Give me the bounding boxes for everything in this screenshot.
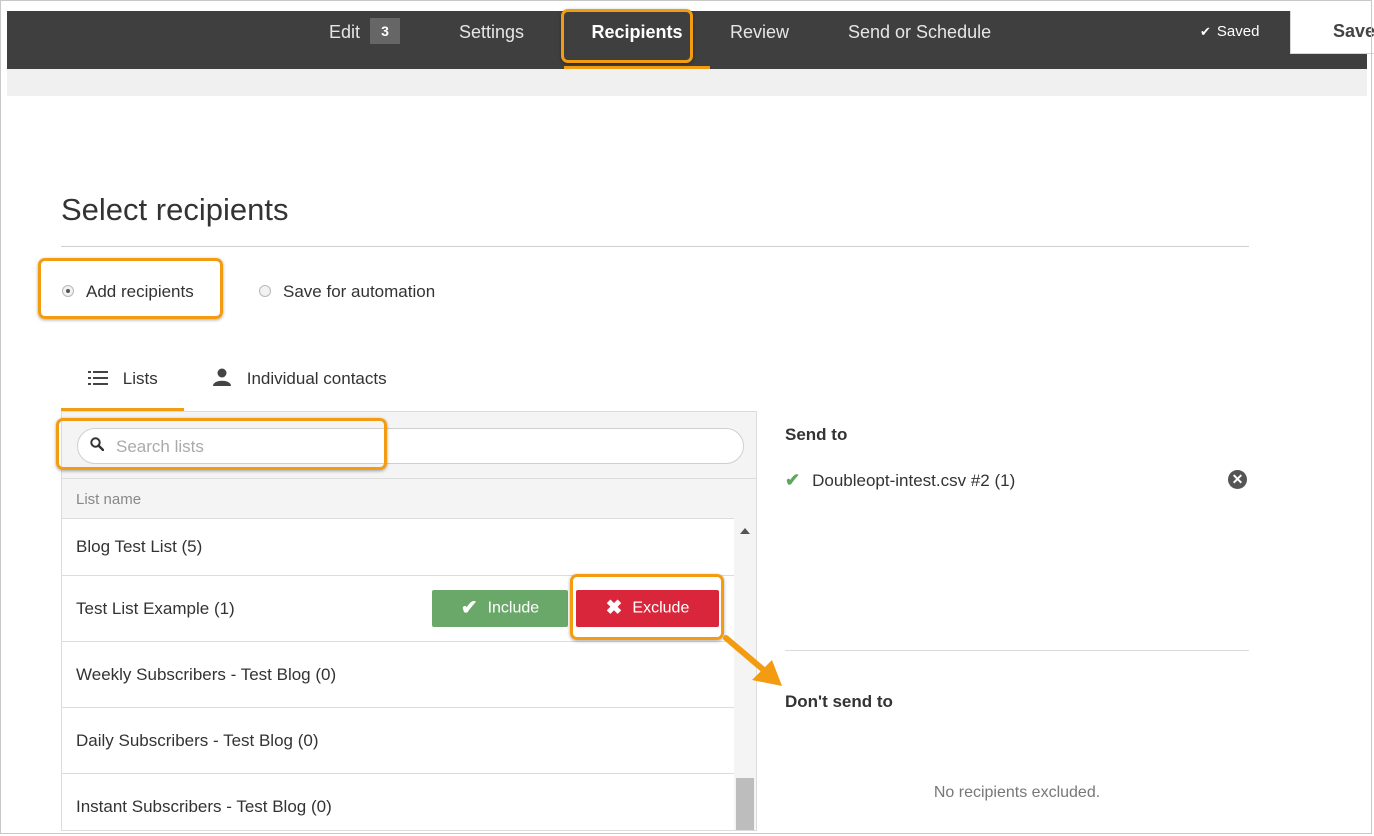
list-row[interactable]: Test List Example (1) ✔ Include ✖ Exclude — [62, 575, 734, 641]
saved-status-label: Saved — [1216, 23, 1260, 40]
list-row[interactable]: Instant Subscribers - Test Blog (0) — [62, 773, 734, 830]
list-row[interactable]: Daily Subscribers - Test Blog (0) — [62, 707, 734, 773]
checkmark-icon: ✔ — [785, 470, 801, 490]
search-lists-input[interactable] — [114, 435, 718, 459]
tab-recipients-label: Recipients — [591, 22, 683, 42]
add-recipients-radio[interactable] — [62, 284, 74, 297]
scroll-up-arrow-icon[interactable] — [740, 528, 750, 534]
list-row[interactable]: Blog Test List (5) — [62, 518, 734, 575]
person-icon — [212, 368, 237, 388]
tab-recipients[interactable]: Recipients — [564, 11, 710, 69]
save-for-automation-radio[interactable] — [259, 284, 271, 297]
remove-recipient-icon[interactable]: ✕ — [1228, 470, 1247, 489]
subheader-bar — [7, 69, 1367, 96]
tab-lists-label: Lists — [122, 369, 158, 388]
send-to-heading: Send to — [785, 425, 848, 444]
lists-panel: List name Blog Test List (5) Test List E… — [61, 411, 757, 831]
add-recipients-label: Add recipients — [86, 282, 194, 301]
no-exclusions-message: No recipients excluded. — [933, 784, 1101, 801]
include-button[interactable]: ✔ Include — [432, 590, 568, 627]
tab-edit[interactable]: Edit 3 — [329, 11, 401, 69]
save-for-automation-option[interactable]: Save for automation — [259, 282, 435, 302]
lists-table: Blog Test List (5) Test List Example (1)… — [62, 518, 734, 830]
exclude-button[interactable]: ✖ Exclude — [576, 590, 719, 627]
list-row-name: Weekly Subscribers - Test Blog (0) — [76, 664, 337, 684]
checkmark-icon: ✔ — [460, 597, 478, 619]
include-button-label: Include — [487, 599, 540, 617]
title-divider — [61, 246, 1249, 247]
edit-count-badge: 3 — [370, 18, 401, 45]
list-row-name: Test List Example (1) — [76, 598, 235, 618]
search-lists-field[interactable] — [77, 428, 744, 464]
list-row-name: Instant Subscribers - Test Blog (0) — [76, 796, 332, 816]
tab-individual-contacts-label: Individual contacts — [246, 369, 387, 388]
scrollbar-thumb[interactable] — [736, 778, 754, 830]
tab-send-or-schedule[interactable]: Send or Schedule — [848, 11, 991, 69]
tab-settings[interactable]: Settings — [459, 11, 524, 69]
top-navigation-bar: Edit 3 Settings Recipients Review Send or… — [7, 11, 1374, 69]
add-recipients-option[interactable]: Add recipients — [62, 282, 194, 302]
tab-individual-contacts[interactable]: Individual contacts — [212, 368, 387, 392]
tab-edit-label: Edit — [329, 22, 361, 42]
list-name-column-header[interactable]: List name — [62, 478, 756, 518]
list-name-header-label: List name — [76, 491, 142, 508]
send-to-divider — [785, 650, 1249, 651]
list-row-name: Blog Test List (5) — [76, 537, 203, 556]
list-row-name: Daily Subscribers - Test Blog (0) — [76, 730, 319, 750]
list-icon — [88, 369, 113, 388]
tab-lists[interactable]: Lists — [88, 368, 158, 392]
exclude-button-label: Exclude — [632, 599, 690, 617]
save-for-automation-label: Save for automation — [283, 282, 436, 301]
search-icon — [90, 437, 104, 451]
lists-scrollbar[interactable] — [734, 518, 756, 830]
save-button[interactable]: Save — [1290, 11, 1374, 54]
tab-review[interactable]: Review — [730, 11, 789, 69]
send-to-item-name: Doubleopt-intest.csv #2 (1) — [812, 471, 1016, 490]
page-title: Select recipients — [61, 192, 289, 227]
dont-send-to-heading: Don't send to — [785, 692, 893, 711]
close-icon: ✖ — [605, 597, 623, 619]
list-row[interactable]: Weekly Subscribers - Test Blog (0) — [62, 641, 734, 707]
checkmark-icon: ✔ — [1200, 24, 1211, 39]
send-to-item: ✔ Doubleopt-intest.csv #2 (1) — [785, 470, 1015, 491]
saved-status: ✔ Saved — [1200, 11, 1259, 53]
